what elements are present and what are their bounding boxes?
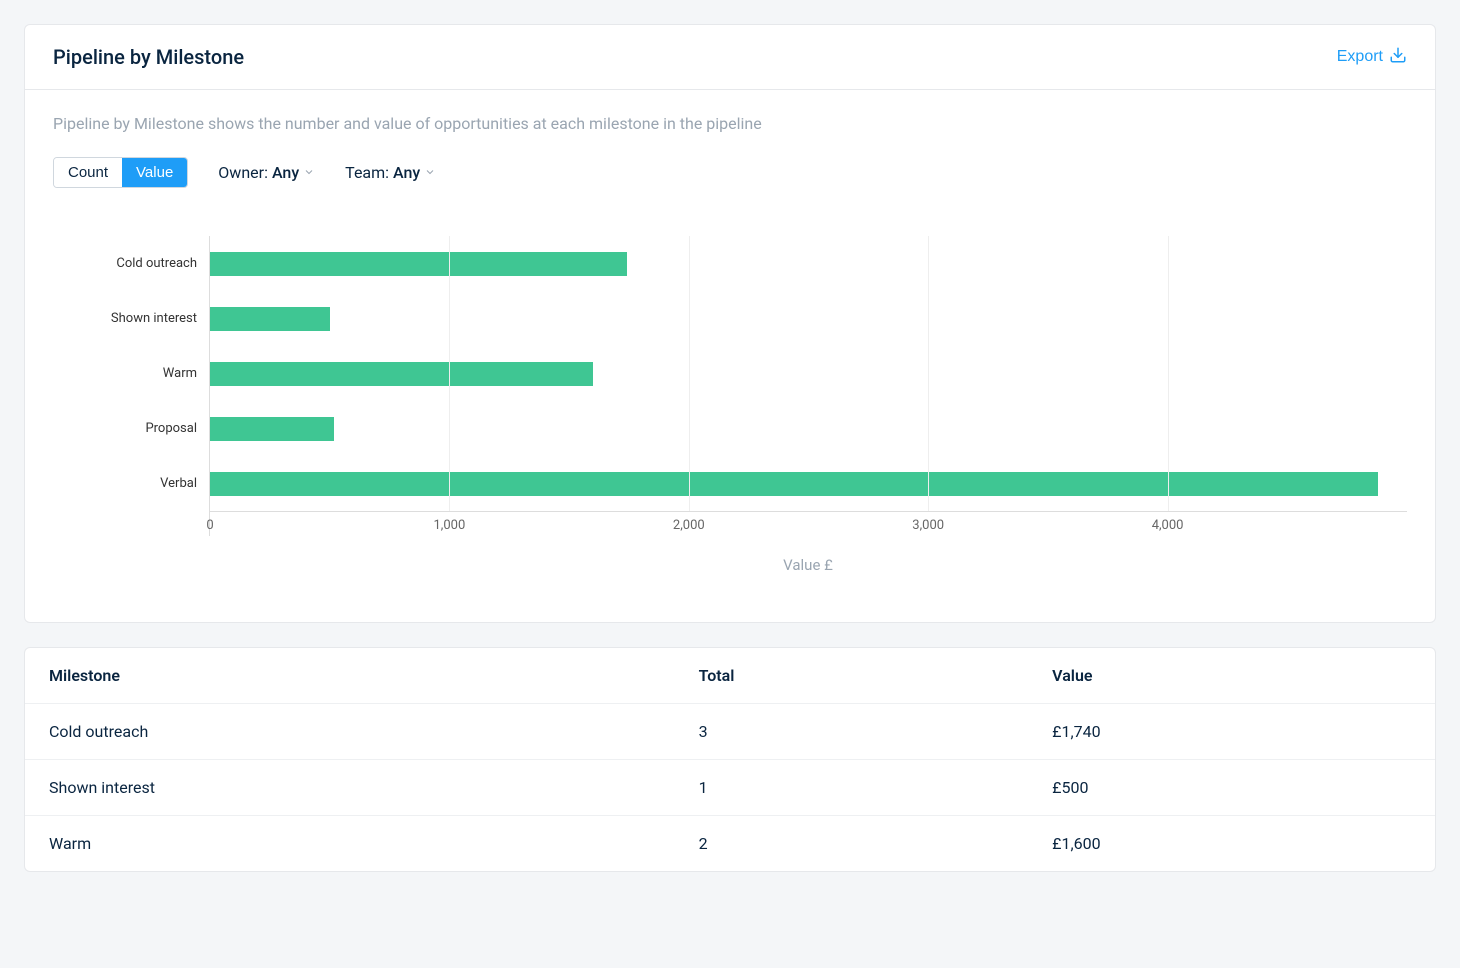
owner-filter[interactable]: Owner: Any (218, 163, 315, 182)
chart-y-label: Verbal (53, 456, 209, 511)
table-cell-value: £1,740 (1028, 704, 1435, 760)
toggle-value-button[interactable]: Value (122, 158, 187, 187)
table-row: Cold outreach3£1,740 (25, 704, 1435, 760)
chart-bar-row (210, 401, 1407, 456)
table-cell-total: 2 (675, 816, 1029, 872)
export-button[interactable]: Export (1337, 46, 1407, 69)
count-value-toggle: Count Value (53, 157, 188, 188)
chart-y-label: Proposal (53, 401, 209, 456)
chevron-down-icon (303, 163, 315, 182)
col-value: Value (1028, 648, 1435, 704)
page-title: Pipeline by Milestone (53, 45, 244, 69)
owner-filter-label: Owner: (218, 163, 268, 182)
chart-x-tick: 4,000 (1152, 518, 1184, 533)
chart-y-label: Warm (53, 346, 209, 401)
chart-bar (210, 417, 334, 441)
chart-bar-row (210, 291, 1407, 346)
table-cell-milestone: Cold outreach (25, 704, 675, 760)
table-cell-total: 1 (675, 760, 1029, 816)
table-cell-total: 3 (675, 704, 1029, 760)
chart-y-label: Shown interest (53, 291, 209, 346)
toggle-count-button[interactable]: Count (54, 158, 122, 187)
chart-plot-area: 0 1,000 2,000 3,000 4,000 (209, 236, 1407, 536)
chart-gridline (449, 236, 450, 511)
chevron-down-icon (424, 163, 436, 182)
team-filter[interactable]: Team: Any (345, 163, 436, 182)
export-label: Export (1337, 48, 1383, 66)
table-row: Shown interest1£500 (25, 760, 1435, 816)
chart-y-labels: Cold outreachShown interestWarmProposalV… (53, 236, 209, 536)
chart-bar-row (210, 346, 1407, 401)
controls-row: Count Value Owner: Any Team: Any (53, 157, 1407, 188)
milestone-table-card: Milestone Total Value Cold outreach3£1,7… (24, 647, 1436, 872)
table-cell-value: £500 (1028, 760, 1435, 816)
chart-gridline (689, 236, 690, 511)
chart-bar-row (210, 456, 1407, 511)
chart-x-tick: 1,000 (433, 518, 465, 533)
description-text: Pipeline by Milestone shows the number a… (53, 114, 1407, 133)
team-filter-value: Any (393, 163, 420, 182)
pipeline-card: Pipeline by Milestone Export Pipeline by… (24, 24, 1436, 623)
table-cell-milestone: Shown interest (25, 760, 675, 816)
chart-x-axis: 01,0002,0003,0004,000 (210, 511, 1407, 536)
chart-y-label: Cold outreach (53, 236, 209, 291)
chart-bar (210, 307, 330, 331)
chart-x-tick: 0 (206, 518, 213, 533)
chart-bars (210, 236, 1407, 511)
chart-x-axis-label: Value £ (209, 556, 1407, 574)
card-header: Pipeline by Milestone Export (25, 25, 1435, 90)
export-icon (1389, 46, 1407, 69)
table-row: Warm2£1,600 (25, 816, 1435, 872)
owner-filter-value: Any (272, 163, 299, 182)
chart-bar (210, 362, 593, 386)
table-cell-value: £1,600 (1028, 816, 1435, 872)
milestone-table: Milestone Total Value Cold outreach3£1,7… (25, 648, 1435, 871)
chart-bar (210, 252, 627, 276)
team-filter-label: Team: (345, 163, 389, 182)
card-body: Pipeline by Milestone shows the number a… (25, 90, 1435, 622)
table-cell-milestone: Warm (25, 816, 675, 872)
col-total: Total (675, 648, 1029, 704)
chart: Cold outreachShown interestWarmProposalV… (53, 236, 1407, 536)
table-header-row: Milestone Total Value (25, 648, 1435, 704)
chart-gridline (1168, 236, 1169, 511)
chart-x-tick: 2,000 (673, 518, 705, 533)
col-milestone: Milestone (25, 648, 675, 704)
chart-bar (210, 472, 1378, 496)
chart-gridline (928, 236, 929, 511)
chart-bar-row (210, 236, 1407, 291)
chart-x-tick: 3,000 (912, 518, 944, 533)
